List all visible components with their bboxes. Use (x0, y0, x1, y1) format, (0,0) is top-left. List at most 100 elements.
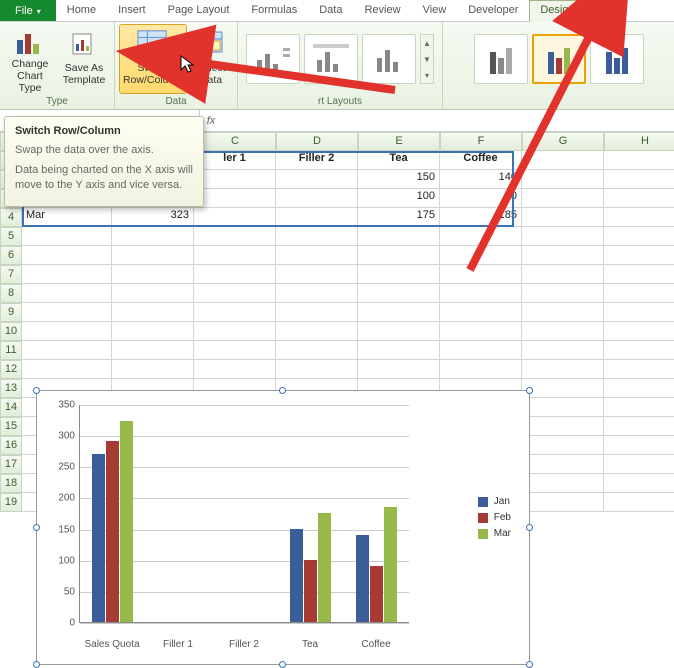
cell[interactable] (604, 284, 674, 303)
tab-page-layout[interactable]: Page Layout (157, 0, 241, 21)
tab-partial[interactable]: L (586, 0, 614, 21)
cell[interactable] (604, 455, 674, 474)
cell[interactable]: 90 (440, 189, 522, 208)
col-header[interactable]: D (276, 132, 358, 151)
row-header[interactable]: 15 (0, 417, 22, 436)
embedded-chart[interactable]: JanFebMar 050100150200250300350Sales Quo… (36, 390, 530, 665)
row-header[interactable]: 14 (0, 398, 22, 417)
cell[interactable] (194, 322, 276, 341)
cell[interactable] (440, 341, 522, 360)
tab-developer[interactable]: Developer (457, 0, 529, 21)
row-header[interactable]: 8 (0, 284, 22, 303)
cell[interactable] (522, 189, 604, 208)
cell[interactable] (522, 322, 604, 341)
cell[interactable]: ler 1 (194, 151, 276, 170)
cell[interactable] (22, 360, 112, 379)
plot-area[interactable] (79, 405, 409, 623)
cell[interactable]: Coffee (440, 151, 522, 170)
cell[interactable] (194, 208, 276, 227)
col-header[interactable]: G (522, 132, 604, 151)
style-gallery-item[interactable] (590, 34, 644, 84)
tab-file[interactable]: File ▾ (0, 0, 56, 21)
cell[interactable] (112, 265, 194, 284)
layout-gallery-item[interactable] (362, 34, 416, 84)
cell[interactable] (358, 360, 440, 379)
chart-bar[interactable] (318, 513, 331, 622)
change-chart-type-button[interactable]: Change Chart Type (4, 24, 56, 94)
cell[interactable] (522, 417, 604, 436)
cell[interactable] (522, 170, 604, 189)
chart-bar[interactable] (304, 560, 317, 622)
chart-bar[interactable] (356, 535, 369, 622)
cell[interactable] (112, 341, 194, 360)
cell[interactable] (112, 284, 194, 303)
cell[interactable] (358, 341, 440, 360)
cell[interactable] (604, 417, 674, 436)
cell[interactable]: Filler 2 (276, 151, 358, 170)
layout-gallery-nav[interactable]: ▲ ▼ ▾ (420, 34, 434, 84)
cell[interactable] (22, 322, 112, 341)
cell[interactable] (604, 322, 674, 341)
row-header[interactable]: 18 (0, 474, 22, 493)
resize-handle[interactable] (33, 661, 40, 668)
cell[interactable] (604, 493, 674, 512)
cell[interactable] (604, 151, 674, 170)
cell[interactable] (604, 189, 674, 208)
cell[interactable]: 175 (358, 208, 440, 227)
formula-input[interactable] (222, 110, 674, 131)
cell[interactable] (194, 227, 276, 246)
cell[interactable] (522, 284, 604, 303)
tab-formulas[interactable]: Formulas (240, 0, 308, 21)
cell[interactable] (276, 360, 358, 379)
chart-bar[interactable] (384, 507, 397, 622)
cell[interactable] (522, 227, 604, 246)
cell[interactable] (22, 246, 112, 265)
row-header[interactable]: 19 (0, 493, 22, 512)
style-gallery-item-selected[interactable] (532, 34, 586, 84)
cell[interactable] (22, 265, 112, 284)
chart-legend[interactable]: JanFebMar (478, 491, 511, 544)
cell[interactable] (604, 379, 674, 398)
cell[interactable] (276, 246, 358, 265)
col-header[interactable]: C (194, 132, 276, 151)
cell[interactable]: Tea (358, 151, 440, 170)
chart-bar[interactable] (120, 421, 133, 622)
cell[interactable] (440, 284, 522, 303)
cell[interactable] (440, 322, 522, 341)
dropdown-icon[interactable]: ▾ (421, 67, 433, 83)
cell[interactable] (194, 265, 276, 284)
resize-handle[interactable] (526, 661, 533, 668)
cell[interactable] (358, 265, 440, 284)
col-header[interactable]: E (358, 132, 440, 151)
chart-bar[interactable] (92, 454, 105, 622)
switch-row-column-button[interactable]: Switch Row/Column (119, 24, 187, 94)
layout-gallery-item[interactable] (246, 34, 300, 84)
cell[interactable] (522, 436, 604, 455)
cell[interactable]: 150 (358, 170, 440, 189)
cell[interactable] (522, 265, 604, 284)
cell[interactable] (358, 284, 440, 303)
cell[interactable] (194, 189, 276, 208)
cell[interactable] (522, 379, 604, 398)
tab-insert[interactable]: Insert (107, 0, 157, 21)
row-header[interactable]: 17 (0, 455, 22, 474)
row-header[interactable]: 11 (0, 341, 22, 360)
save-as-template-button[interactable]: Save As Template (58, 24, 110, 94)
row-header[interactable]: 9 (0, 303, 22, 322)
chart-bar[interactable] (370, 566, 383, 622)
cell[interactable] (604, 303, 674, 322)
cell[interactable]: 323 (112, 208, 194, 227)
cell[interactable] (604, 265, 674, 284)
legend-item[interactable]: Feb (478, 512, 511, 523)
cell[interactable]: Mar (22, 208, 112, 227)
cell[interactable] (276, 227, 358, 246)
cell[interactable] (522, 455, 604, 474)
legend-item[interactable]: Jan (478, 496, 511, 507)
resize-handle[interactable] (279, 387, 286, 394)
resize-handle[interactable] (33, 387, 40, 394)
cell[interactable] (358, 303, 440, 322)
row-header[interactable]: 4 (0, 208, 22, 227)
row-header[interactable]: 5 (0, 227, 22, 246)
tab-review[interactable]: Review (353, 0, 411, 21)
cell[interactable] (604, 360, 674, 379)
